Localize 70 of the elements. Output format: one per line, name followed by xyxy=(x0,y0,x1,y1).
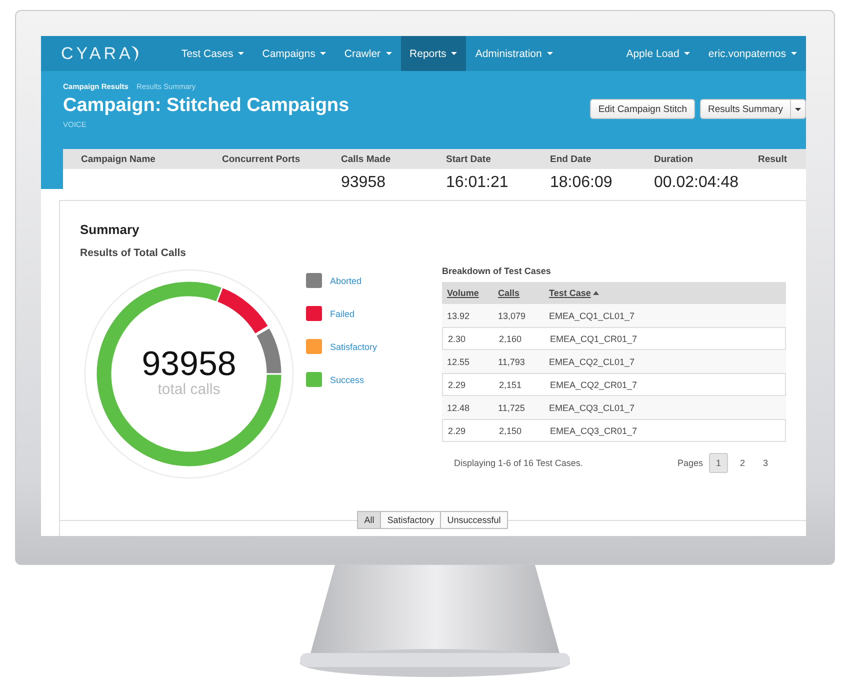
page-link[interactable]: 3 xyxy=(757,454,774,472)
nav-menu-item[interactable]: Crawler xyxy=(335,36,401,71)
page-link[interactable]: 2 xyxy=(734,454,751,472)
column-header: Calls Made xyxy=(341,154,391,164)
legend-link[interactable]: Success xyxy=(330,374,364,384)
user-menu-item[interactable]: Apple Load xyxy=(617,36,700,71)
stat-value: 18:06:09 xyxy=(550,174,612,192)
table-cell: 2.29 xyxy=(448,426,466,436)
table-cell: EMEA_CQ3_CR01_7 xyxy=(550,426,638,436)
nav-menu-item[interactable]: Administration xyxy=(466,36,562,71)
table-cell: 11,793 xyxy=(498,356,525,366)
table-cell: 13,079 xyxy=(498,310,526,320)
table-cell: 11,725 xyxy=(498,402,525,412)
page-link[interactable]: 1 xyxy=(709,453,728,473)
caret-icon xyxy=(238,52,244,55)
chart-title: Results of Total Calls xyxy=(80,247,187,259)
caret-icon xyxy=(684,52,690,55)
table-cell: EMEA_CQ1_CL01_7 xyxy=(549,310,635,320)
page-title: Campaign: Stitched Campaigns xyxy=(63,95,350,117)
user-menu-item[interactable]: eric.vonpaternos xyxy=(699,36,806,71)
stat-value: 16:01:21 xyxy=(446,174,508,192)
sortable-column-header[interactable]: Volume xyxy=(447,288,479,298)
caret-icon xyxy=(546,52,553,55)
column-header: Result xyxy=(758,154,788,164)
filter-tab[interactable]: All xyxy=(357,511,382,529)
nav-menu-item[interactable]: Campaigns xyxy=(253,36,336,71)
edit-stitch-button[interactable]: Edit Campaign Stitch xyxy=(590,99,696,119)
column-header: Duration xyxy=(654,154,694,164)
stat-value: 93958 xyxy=(341,174,386,192)
total-calls-label: total calls xyxy=(158,382,220,398)
total-calls-value: 93958 xyxy=(142,346,236,382)
column-header: End Date xyxy=(550,154,592,164)
table-cell: EMEA_CQ1_CR01_7 xyxy=(550,334,638,344)
section-title: Summary xyxy=(80,222,140,237)
table-cell: EMEA_CQ2_CR01_7 xyxy=(550,380,638,390)
table-cell: 12.48 xyxy=(447,402,470,412)
column-header: Start Date xyxy=(446,154,491,164)
nav-menu-item[interactable]: Test Cases xyxy=(172,36,254,71)
table-cell: 2,160 xyxy=(499,334,522,344)
filter-tab[interactable]: Unsuccessful xyxy=(440,511,508,529)
brand-logo[interactable]: CYARA xyxy=(61,44,134,64)
caret-icon xyxy=(320,52,326,55)
caret-icon xyxy=(791,52,797,55)
table-cell: EMEA_CQ2_CL01_7 xyxy=(549,356,635,366)
caret-icon xyxy=(795,108,801,110)
legend-link[interactable]: Aborted xyxy=(330,276,362,286)
legend-link[interactable]: Failed xyxy=(330,308,355,318)
legend-link[interactable]: Satisfactory xyxy=(330,342,378,352)
results-summary-button[interactable]: Results Summary xyxy=(700,99,791,119)
table-cell: 2.29 xyxy=(448,380,466,390)
filter-tab[interactable]: Satisfactory xyxy=(380,511,442,529)
caret-icon xyxy=(386,52,392,55)
sortable-column-header[interactable]: Test Case xyxy=(549,288,591,298)
table-cell: 2,150 xyxy=(499,426,522,436)
table-cell: 13.92 xyxy=(447,310,470,320)
column-header: Concurrent Ports xyxy=(222,154,300,164)
table-cell: EMEA_CQ3_CL01_7 xyxy=(549,402,635,412)
dropdown-button[interactable] xyxy=(791,99,806,119)
stat-value: 00.02:04:48 xyxy=(654,174,739,192)
caret-icon xyxy=(451,52,458,55)
pagination-summary: Displaying 1-6 of 16 Test Cases. xyxy=(454,458,583,468)
table-cell: 2.30 xyxy=(448,334,466,344)
table-cell: 2,151 xyxy=(499,380,522,390)
nav-menu-item[interactable]: Reports xyxy=(400,36,466,71)
pages-label: Pages xyxy=(677,458,703,468)
column-header: Campaign Name xyxy=(81,154,156,164)
swoosh-icon xyxy=(131,46,139,62)
table-title: Breakdown of Test Cases xyxy=(442,266,552,276)
sortable-column-header[interactable]: Calls xyxy=(498,288,520,298)
table-cell: 12.55 xyxy=(447,356,470,366)
